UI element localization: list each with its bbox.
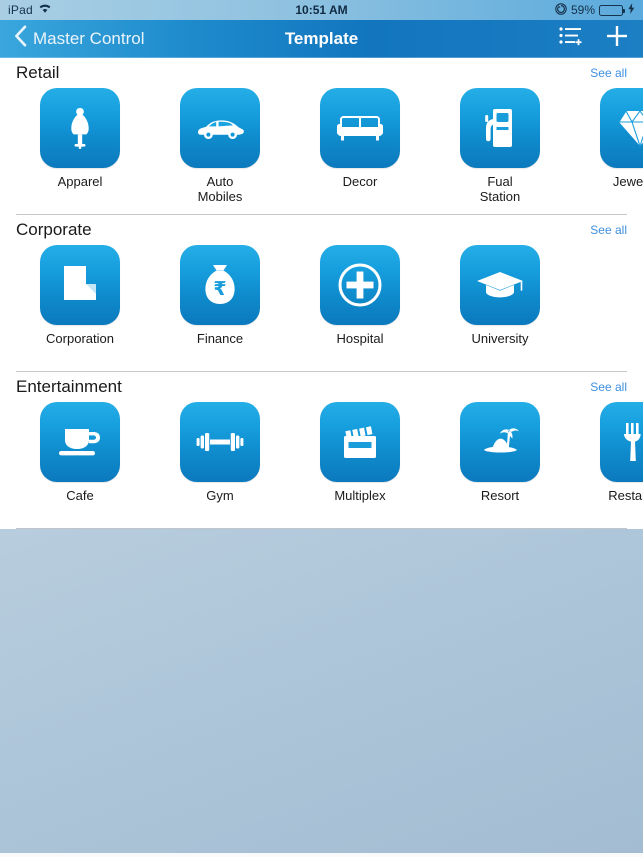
section-divider — [16, 528, 627, 529]
status-bar-clock: 10:51 AM — [295, 3, 348, 17]
template-item-finance[interactable]: ₹ Finance — [180, 245, 260, 346]
template-item-multiplex[interactable]: Multiplex — [320, 402, 400, 503]
graduation-cap-icon — [475, 268, 525, 302]
template-tile[interactable] — [320, 402, 400, 482]
money-bag-rupee-icon: ₹ — [200, 262, 240, 308]
template-tile[interactable] — [40, 245, 120, 325]
back-button-label: Master Control — [33, 28, 145, 48]
rotation-lock-icon — [555, 2, 567, 18]
section-retail: Retail See all Apparel Auto Mobiles Deco… — [0, 58, 643, 215]
section-header: Corporate See all — [0, 215, 643, 245]
template-item-apparel[interactable]: Apparel — [40, 88, 120, 189]
sofa-icon — [336, 113, 384, 143]
template-tile[interactable] — [320, 245, 400, 325]
status-bar-right: 59% — [555, 2, 635, 18]
section-title: Entertainment — [16, 377, 122, 396]
template-item-decor[interactable]: Decor — [320, 88, 400, 189]
template-item-corporation[interactable]: Corporation — [40, 245, 120, 346]
status-bar: iPad 10:51 AM 59% — [0, 0, 643, 20]
template-label: Hospital — [336, 331, 384, 346]
template-item-gym[interactable]: Gym — [180, 402, 260, 503]
template-tile[interactable] — [460, 88, 540, 168]
island-palm-icon — [476, 424, 524, 460]
tile-row: Apparel Auto Mobiles Decor Fual Station … — [0, 88, 643, 214]
section-title: Corporate — [16, 220, 92, 239]
template-tile[interactable] — [600, 88, 643, 168]
tile-row: Corporation ₹ Finance Hospital Universit… — [0, 245, 643, 371]
diamond-icon — [617, 107, 643, 149]
lightning-bolt-icon — [628, 3, 635, 17]
template-item-auto-mobiles[interactable]: Auto Mobiles — [180, 88, 260, 204]
dress-form-icon — [60, 106, 100, 150]
see-all-link[interactable]: See all — [590, 223, 627, 237]
template-item-fual-station[interactable]: Fual Station — [460, 88, 540, 204]
clapperboard-icon — [340, 422, 380, 462]
wifi-icon — [38, 3, 52, 17]
template-label: Corporation — [46, 331, 114, 346]
navigation-bar: Master Control Template — [0, 20, 643, 58]
ipad-screen: iPad 10:51 AM 59% Master Control Templat… — [0, 0, 643, 857]
see-all-link[interactable]: See all — [590, 66, 627, 80]
template-tile[interactable] — [180, 88, 260, 168]
template-label: Auto Mobiles — [197, 174, 243, 204]
battery-percentage: 59% — [570, 3, 595, 17]
device-name: iPad — [8, 3, 33, 17]
template-item-resort[interactable]: Resort — [460, 402, 540, 503]
template-label: Gym — [206, 488, 234, 503]
fork-knife-icon — [620, 420, 643, 464]
template-label: Resort — [480, 488, 520, 503]
svg-text:₹: ₹ — [213, 278, 226, 300]
section-title: Retail — [16, 63, 60, 82]
template-label: Restaurant — [608, 488, 643, 503]
office-building-icon — [58, 264, 102, 306]
template-tile[interactable] — [600, 402, 643, 482]
template-label: Fual Station — [479, 174, 521, 204]
template-tile[interactable]: ₹ — [180, 245, 260, 325]
see-all-link[interactable]: See all — [590, 380, 627, 394]
tile-row: Cafe Gym Multiplex Resort Resta — [0, 402, 643, 528]
template-item-restaurant[interactable]: Restaurant — [600, 402, 643, 503]
plus-icon[interactable] — [605, 24, 629, 53]
section-header: Entertainment See all — [0, 372, 643, 402]
template-list: Retail See all Apparel Auto Mobiles Deco… — [0, 58, 643, 529]
coffee-cup-icon — [56, 424, 104, 460]
template-tile[interactable] — [40, 402, 120, 482]
battery-icon — [599, 4, 625, 16]
navigation-actions — [559, 24, 629, 53]
template-label: Cafe — [66, 488, 94, 503]
list-add-icon[interactable] — [559, 26, 583, 51]
status-bar-left: iPad — [8, 3, 52, 17]
template-tile[interactable] — [460, 402, 540, 482]
fuel-pump-icon — [481, 106, 519, 150]
template-tile[interactable] — [40, 88, 120, 168]
section-entertainment: Entertainment See all Cafe Gym Multiplex… — [0, 372, 643, 529]
template-tile[interactable] — [460, 245, 540, 325]
template-label: Jewellery — [612, 174, 643, 189]
chevron-left-icon — [14, 25, 27, 52]
template-label: Finance — [196, 331, 244, 346]
template-item-cafe[interactable]: Cafe — [40, 402, 120, 503]
template-tile[interactable] — [180, 402, 260, 482]
template-label: Apparel — [57, 174, 103, 189]
template-tile[interactable] — [320, 88, 400, 168]
dumbbell-icon — [195, 429, 245, 455]
back-button[interactable]: Master Control — [14, 25, 144, 52]
car-icon — [195, 115, 245, 141]
template-item-university[interactable]: University — [460, 245, 540, 346]
medical-cross-circle-icon — [337, 262, 383, 308]
template-label: University — [471, 331, 529, 346]
section-corporate: Corporate See all Corporation ₹ Finance … — [0, 215, 643, 372]
template-label: Multiplex — [334, 488, 386, 503]
template-label: Decor — [342, 174, 378, 189]
section-header: Retail See all — [0, 58, 643, 88]
template-item-hospital[interactable]: Hospital — [320, 245, 400, 346]
bottom-edge — [0, 853, 643, 857]
template-item-jewellery[interactable]: Jewellery — [600, 88, 643, 189]
